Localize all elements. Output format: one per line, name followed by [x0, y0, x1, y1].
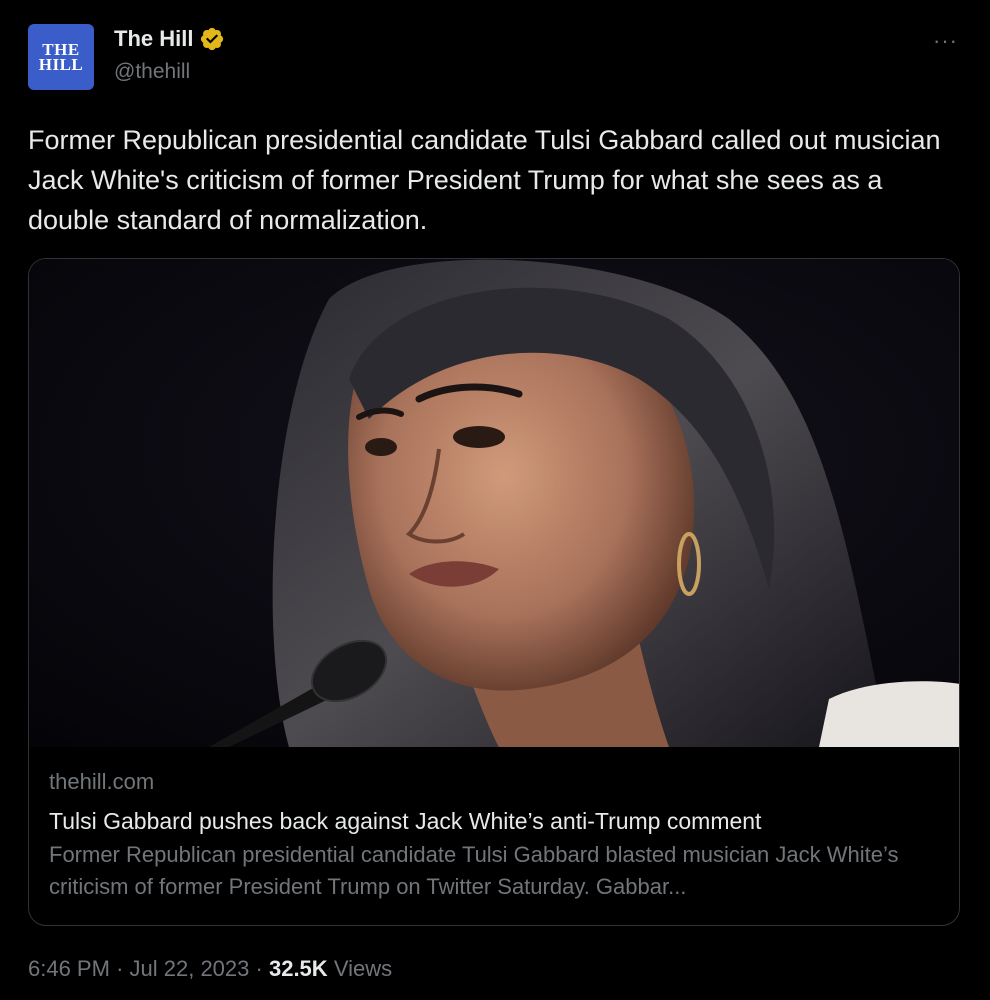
portrait-photo-icon: [29, 259, 959, 747]
avatar-logo-line2: HILL: [38, 55, 84, 74]
link-card[interactable]: thehill.com Tulsi Gabbard pushes back ag…: [28, 258, 960, 926]
card-description: Former Republican presidential candidate…: [49, 842, 899, 899]
display-name-text: The Hill: [114, 26, 194, 51]
card-image[interactable]: [29, 259, 959, 747]
meta-separator: ·: [116, 956, 124, 981]
more-options-icon[interactable]: ···: [933, 28, 958, 54]
avatar[interactable]: THE HILL: [28, 24, 94, 90]
card-title[interactable]: Tulsi Gabbard pushes back against Jack W…: [49, 805, 939, 837]
tweet-date[interactable]: Jul 22, 2023: [130, 956, 250, 981]
card-meta: thehill.com Tulsi Gabbard pushes back ag…: [49, 767, 939, 903]
meta-separator: ·: [255, 956, 263, 981]
display-name[interactable]: The Hill: [114, 26, 225, 52]
handle[interactable]: @thehill: [114, 60, 190, 84]
tweet-meta: 6:46 PM · Jul 22, 2023 · 32.5K Views: [28, 956, 392, 982]
verified-badge-icon: [199, 26, 225, 52]
tweet-text: Former Republican presidential candidate…: [28, 125, 941, 235]
tweet-time[interactable]: 6:46 PM: [28, 956, 110, 981]
views-label: Views: [333, 956, 393, 981]
card-domain[interactable]: thehill.com: [49, 767, 939, 797]
views-count: 32.5K: [268, 956, 328, 981]
